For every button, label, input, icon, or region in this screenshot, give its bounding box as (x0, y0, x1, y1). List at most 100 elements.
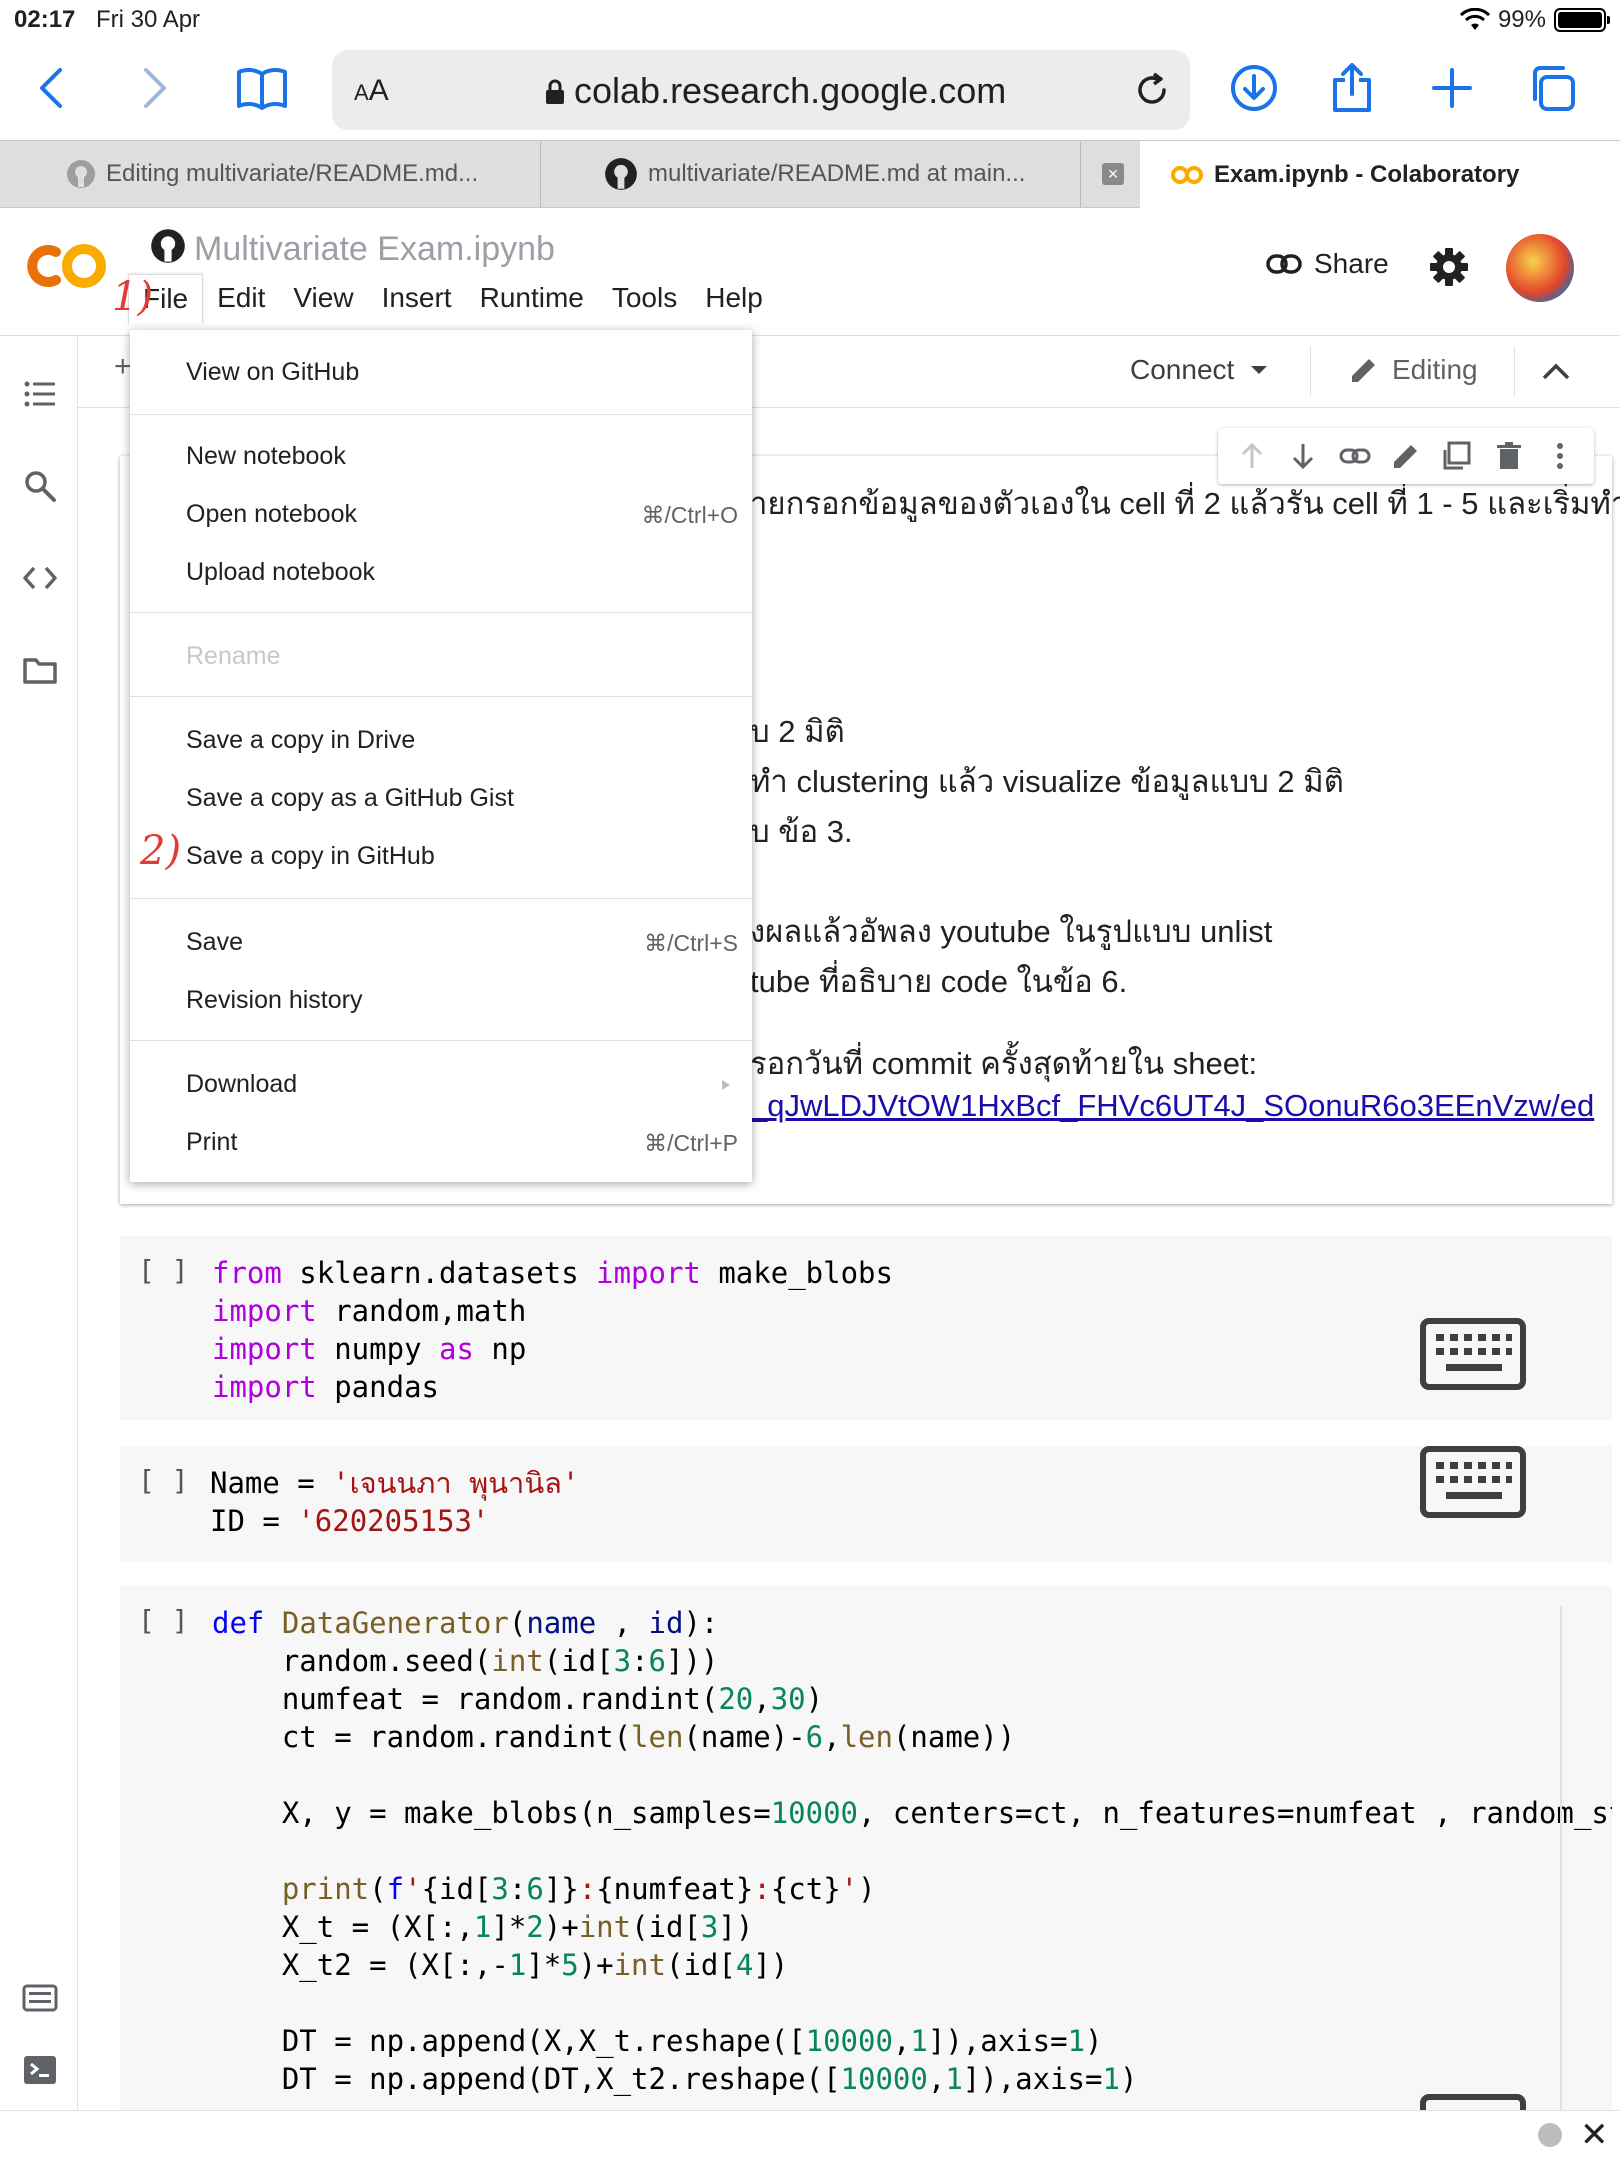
colab-header: Multivariate Exam.ipynb File Edit View I… (0, 208, 1620, 336)
code-editor[interactable]: from sklearn.datasets import make_blobs … (212, 1254, 893, 1406)
bookmarks-icon[interactable] (232, 58, 292, 118)
share-label: Share (1314, 248, 1389, 279)
close-tab-icon[interactable]: × (1102, 163, 1124, 185)
run-cell-button[interactable]: [ ] (138, 1464, 189, 1497)
command-palette-icon[interactable] (22, 1980, 58, 2016)
shortcut-label: ⌘/Ctrl+S (644, 930, 738, 956)
menu-item-save-copy-drive[interactable]: Save a copy in Drive (130, 712, 752, 770)
code-cell[interactable]: [ ] Name = 'เจนนภา พุนานิล' ID = '620205… (120, 1446, 1612, 1562)
shortcut-label: ⌘/Ctrl+P (644, 1130, 738, 1156)
menu-runtime[interactable]: Runtime (466, 274, 598, 324)
keyboard-icon[interactable] (1420, 1318, 1526, 1390)
gear-icon[interactable] (1428, 246, 1470, 288)
menu-item-save[interactable]: Save ⌘/Ctrl+S (130, 914, 752, 972)
menu-divider (130, 414, 752, 415)
text-line: บ 2 มิติ (750, 714, 845, 749)
status-date: Fri 30 Apr (96, 6, 201, 33)
text-line: รอกวันที่ commit ครั้งสุดท้ายใน sheet: (750, 1046, 1258, 1081)
mirror-cell-icon[interactable] (1441, 440, 1473, 472)
left-sidebar (0, 336, 78, 2111)
terminal-icon[interactable] (22, 2052, 58, 2088)
ios-status-bar: 02:17 Fri 30 Apr 99% (0, 0, 1620, 40)
browser-tab-active[interactable]: Exam.ipynb - Colaboratory (1140, 141, 1620, 209)
browser-tab[interactable]: multivariate/README.md at main... (604, 141, 1074, 207)
download-icon[interactable] (1224, 58, 1284, 118)
pencil-icon[interactable] (1390, 440, 1422, 472)
close-icon[interactable]: ✕ (1580, 2115, 1609, 2155)
move-down-icon[interactable] (1287, 440, 1319, 472)
menu-help[interactable]: Help (691, 274, 777, 324)
link-icon (1266, 254, 1302, 274)
name-value: 'เจนนภา พุนานิล' (332, 1466, 580, 1500)
text-line: บ ข้อ 3. (750, 814, 853, 849)
chevron-down-icon (1251, 366, 1268, 374)
forward-icon[interactable] (124, 58, 184, 118)
scroll-guide (1560, 1606, 1562, 2110)
code-cell[interactable]: [ ] def DataGenerator(name , id): random… (120, 1586, 1612, 2110)
move-up-icon[interactable] (1236, 440, 1268, 472)
code-editor[interactable]: Name = 'เจนนภา พุนานิล' ID = '620205153' (210, 1464, 579, 1540)
menu-item-save-copy-github[interactable]: Save a copy in GitHub (130, 828, 752, 886)
menu-item-new-notebook[interactable]: New notebook (130, 428, 752, 486)
menu-view[interactable]: View (279, 274, 367, 324)
folder-icon[interactable] (22, 652, 58, 688)
menu-edit[interactable]: Edit (203, 274, 279, 324)
tabs-overview-icon[interactable] (1522, 58, 1582, 118)
connect-label: Connect (1130, 354, 1235, 385)
back-icon[interactable] (22, 58, 82, 118)
colab-favicon-icon (1171, 166, 1203, 184)
add-cell-button[interactable]: + (114, 350, 132, 384)
code-editor[interactable]: def DataGenerator(name , id): random.see… (212, 1604, 1612, 2098)
code-cell[interactable]: [ ] from sklearn.datasets import make_bl… (120, 1236, 1612, 1420)
menu-item-print[interactable]: Print ⌘/Ctrl+P (130, 1114, 752, 1172)
battery-icon (1554, 8, 1610, 32)
github-icon (605, 158, 637, 190)
notebook-title[interactable]: Multivariate Exam.ipynb (194, 230, 555, 269)
share-button[interactable]: Share (1266, 248, 1389, 280)
text-size-button[interactable]: AA (354, 74, 389, 108)
text-line: tube ที่อธิบาย code ในข้อ 6. (750, 964, 1128, 999)
lock-icon (546, 79, 564, 104)
browser-tab-title: Exam.ipynb - Colaboratory (1214, 161, 1520, 188)
run-cell-button[interactable]: [ ] (138, 1254, 189, 1287)
delete-icon[interactable] (1493, 440, 1525, 472)
table-of-contents-icon[interactable] (22, 376, 58, 412)
search-icon[interactable] (22, 468, 58, 504)
keyboard-icon[interactable] (1420, 2094, 1526, 2110)
connect-button[interactable]: Connect (1130, 354, 1268, 386)
menu-item-upload-notebook[interactable]: Upload notebook (130, 544, 752, 602)
menu-insert[interactable]: Insert (368, 274, 466, 324)
sheet-link[interactable]: _qJwLDJVtOW1HxBcf_FHVc6UT4J_SOonuR6o3EEn… (750, 1088, 1594, 1124)
bottom-bar: ✕ (0, 2110, 1620, 2160)
wifi-icon (1459, 8, 1490, 30)
run-cell-button[interactable]: [ ] (138, 1604, 189, 1637)
reload-icon[interactable] (1132, 70, 1172, 110)
submenu-arrow-icon (722, 1080, 730, 1090)
status-time: 02:17 (14, 6, 76, 33)
more-vert-icon[interactable] (1544, 440, 1576, 472)
share-sheet-icon[interactable] (1322, 58, 1382, 118)
status-dot-icon (1538, 2123, 1562, 2147)
chevron-up-icon[interactable] (1540, 356, 1572, 388)
browser-tab[interactable]: Editing multivariate/README.md... (66, 141, 536, 207)
keyboard-icon[interactable] (1420, 1446, 1526, 1518)
browser-tab-bar: Editing multivariate/README.md... multiv… (0, 140, 1620, 209)
menu-item-download[interactable]: Download (130, 1056, 752, 1114)
cell-toolbar (1218, 428, 1594, 484)
url-text: colab.research.google.com (574, 70, 1007, 111)
menu-tools[interactable]: Tools (598, 274, 691, 324)
menu-item-save-copy-gist[interactable]: Save a copy as a GitHub Gist (130, 770, 752, 828)
menu-item-revision-history[interactable]: Revision history (130, 972, 752, 1030)
code-snippets-icon[interactable] (22, 560, 58, 596)
editing-label: Editing (1392, 354, 1478, 385)
address-bar[interactable]: AA colab.research.google.com (332, 50, 1190, 130)
avatar[interactable] (1506, 234, 1574, 302)
menu-item-open-notebook[interactable]: Open notebook ⌘/Ctrl+O (130, 486, 752, 544)
new-tab-icon[interactable] (1422, 58, 1482, 118)
annotation-step-1: 1) (112, 274, 154, 320)
link-icon[interactable] (1339, 440, 1371, 472)
editing-mode-button[interactable]: Editing (1348, 354, 1478, 386)
colab-logo-icon[interactable] (26, 238, 112, 294)
menu-item-view-on-github[interactable]: View on GitHub (130, 344, 752, 402)
pencil-icon (1352, 359, 1375, 382)
